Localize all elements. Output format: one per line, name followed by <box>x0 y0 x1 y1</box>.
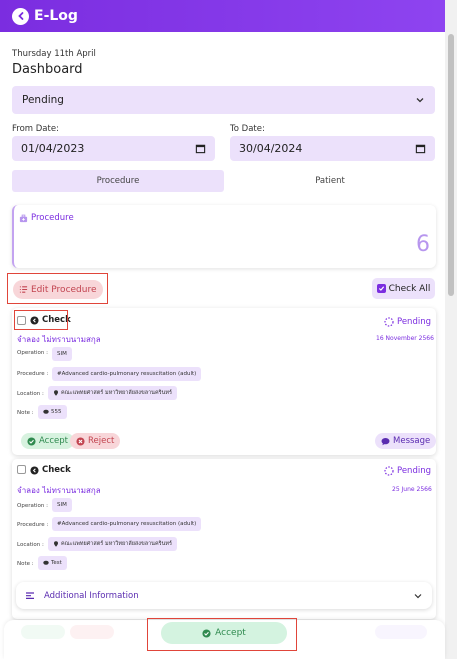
accept-label: Accept <box>39 436 68 446</box>
procedure-chip: #Advanced cardio-pulmonary resuscitation… <box>52 367 202 381</box>
check-all-button[interactable]: Check All <box>372 278 435 299</box>
page-scrollbar[interactable] <box>445 0 457 659</box>
ghost-reject-button <box>70 625 114 639</box>
procedure-value: #Advanced cardio-pulmonary resuscitation… <box>57 521 197 527</box>
tab-patient[interactable]: Patient <box>224 170 436 192</box>
from-date-input[interactable]: 01/04/2023 <box>12 136 215 161</box>
note-label: Note : <box>17 561 34 567</box>
operation-value: SIM <box>57 351 67 357</box>
status-label: Pending <box>397 466 431 476</box>
back-icon[interactable] <box>12 7 29 25</box>
location-label: Location : <box>17 542 44 548</box>
map-pin-icon <box>54 390 58 396</box>
patient-name: จำลอง ไม่ทราบนามสกุล <box>17 486 101 495</box>
record-date: 16 November 2566 <box>376 335 434 342</box>
status-badge: Pending <box>384 317 431 327</box>
page-title: Dashboard <box>12 62 83 77</box>
procedure-value: #Advanced cardio-pulmonary resuscitation… <box>57 371 197 377</box>
message-label: Message <box>393 436 431 446</box>
procedure-chip: #Advanced cardio-pulmonary resuscitation… <box>52 517 202 531</box>
record-check-label: Check <box>42 465 71 475</box>
status-label: Pending <box>397 317 431 327</box>
note-label: Note : <box>17 410 34 416</box>
procedure-summary-card: Procedure 6 <box>12 205 436 268</box>
procedure-label: Procedure : <box>17 522 49 528</box>
record-date: 25 June 2566 <box>392 486 432 493</box>
medical-bag-icon <box>19 214 28 222</box>
location-value: คณะแพทยศาสตร์ มหาวิทยาลัยสงขลานครินทร์ <box>61 390 172 396</box>
chevron-down-icon <box>414 593 422 598</box>
note-value: 555 <box>51 409 62 415</box>
scrollbar-thumb[interactable] <box>448 34 454 296</box>
spinner-icon <box>384 466 394 476</box>
additional-information-accordion[interactable]: Additional Information <box>16 582 432 609</box>
highlight-box <box>147 618 297 651</box>
location-chip: คณะแพทยศาสตร์ มหาวิทยาลัยสงขลานครินทร์ <box>48 537 177 551</box>
from-date-value: 01/04/2023 <box>21 142 85 155</box>
ghost-message-button <box>375 625 427 639</box>
map-pin-icon <box>54 541 58 547</box>
reject-label: Reject <box>88 436 115 446</box>
check-circle-icon <box>27 436 36 446</box>
calendar-icon[interactable] <box>195 143 206 154</box>
from-date-label: From Date: <box>12 124 59 134</box>
align-left-icon <box>26 591 34 599</box>
app-title: E-Log <box>34 8 78 24</box>
tab-procedure[interactable]: Procedure <box>12 170 224 192</box>
operation-chip: SIM <box>52 498 72 512</box>
accept-button[interactable]: Accept <box>21 433 74 449</box>
to-date-label: To Date: <box>230 124 265 134</box>
check-all-label: Check All <box>388 283 431 294</box>
record-checkbox[interactable] <box>17 465 26 474</box>
status-badge: Pending <box>384 466 431 476</box>
chevron-left-circle-icon <box>30 465 39 475</box>
message-button[interactable]: Message <box>375 433 437 449</box>
highlight-box <box>14 310 68 330</box>
note-chip: Test <box>38 556 67 570</box>
additional-information-label: Additional Information <box>44 590 139 601</box>
procedure-count: 6 <box>416 232 430 257</box>
status-select-value: Pending <box>22 94 64 106</box>
note-value: Test <box>51 560 62 566</box>
record-check-button[interactable]: Check <box>30 465 71 475</box>
comment-icon <box>43 409 49 414</box>
operation-label: Operation : <box>17 503 48 509</box>
checkbox-checked-icon <box>376 284 386 293</box>
chevron-down-icon <box>416 98 424 103</box>
message-icon <box>381 437 390 445</box>
comment-icon <box>43 560 49 565</box>
note-chip: 555 <box>38 405 67 419</box>
procedure-summary-label: Procedure <box>31 213 74 223</box>
to-date-input[interactable]: 30/04/2024 <box>230 136 435 161</box>
to-date-value: 30/04/2024 <box>239 142 303 155</box>
x-circle-icon <box>76 436 85 446</box>
ghost-accept-button <box>21 625 65 639</box>
location-value: คณะแพทยศาสตร์ มหาวิทยาลัยสงขลานครินทร์ <box>61 541 172 547</box>
operation-chip: SIM <box>52 347 72 361</box>
status-select[interactable]: Pending <box>12 86 435 114</box>
operation-value: SIM <box>57 502 67 508</box>
reject-button[interactable]: Reject <box>70 433 121 449</box>
app-header: E-Log <box>0 0 445 32</box>
procedure-label: Procedure : <box>17 371 49 377</box>
current-date: Thursday 11th April <box>12 49 96 59</box>
highlight-box <box>7 273 108 304</box>
patient-name: จำลอง ไม่ทราบนามสกุล <box>17 335 101 344</box>
location-label: Location : <box>17 391 44 397</box>
calendar-icon[interactable] <box>415 143 426 154</box>
operation-label: Operation : <box>17 350 48 356</box>
procedure-summary-header: Procedure <box>19 213 74 223</box>
location-chip: คณะแพทยศาสตร์ มหาวิทยาลัยสงขลานครินทร์ <box>48 386 177 400</box>
spinner-icon <box>384 317 394 327</box>
